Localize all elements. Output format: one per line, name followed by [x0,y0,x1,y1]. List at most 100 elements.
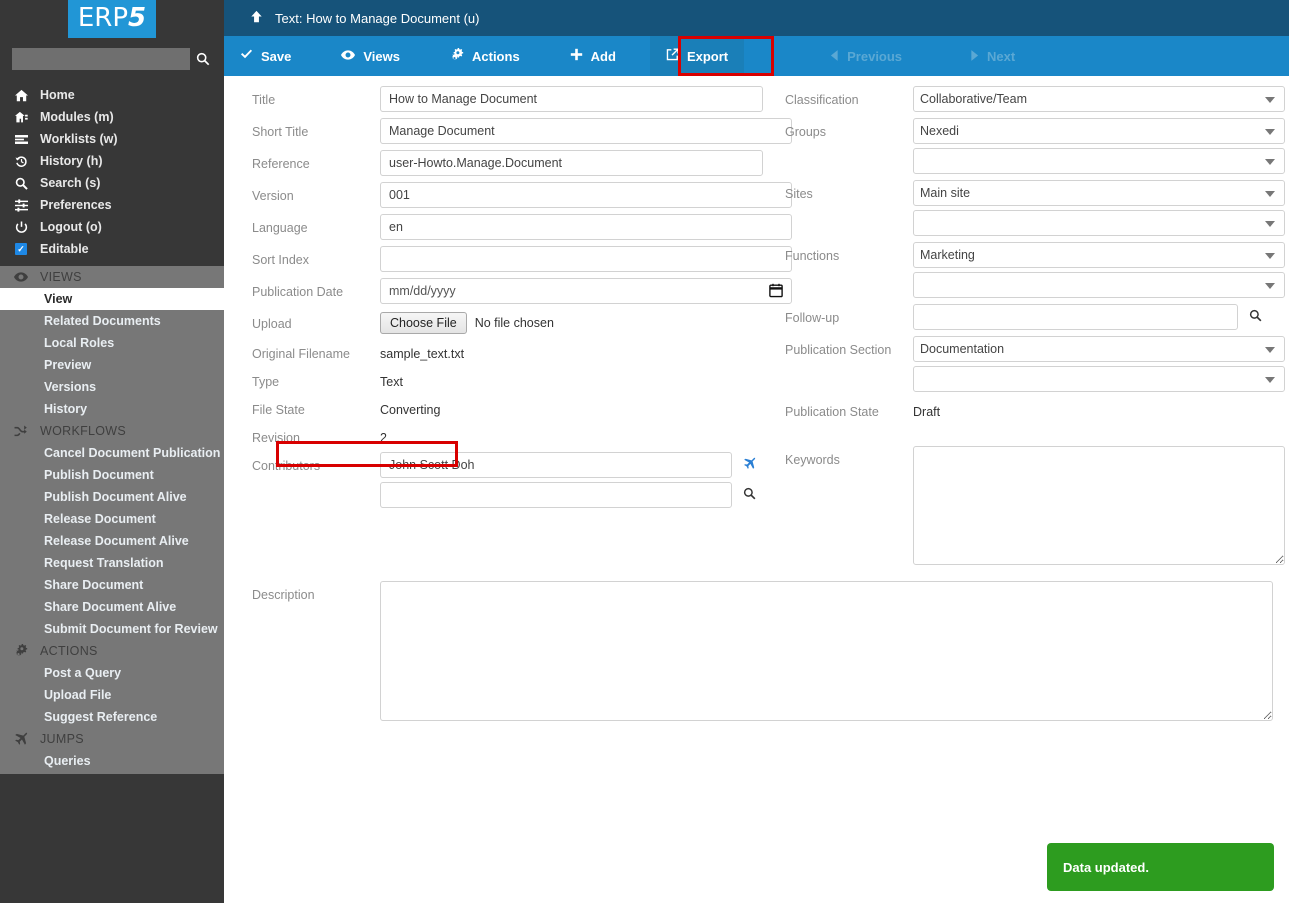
sidebar-item-share-document-alive[interactable]: Share Document Alive [0,596,224,618]
chevron-right-icon [970,49,979,64]
sidebar-item-cancel-document-publication[interactable]: Cancel Document Publication [0,442,224,464]
sidebar-item-label: View [44,292,73,306]
sidebar-item-share-document[interactable]: Share Document [0,574,224,596]
form-content: Title Short Title Reference Version Lang… [224,76,1289,903]
search-icon[interactable] [1246,309,1264,325]
language-input[interactable] [380,214,792,240]
erp5-document-page: ERP5 Home Modules (m) Worklists (w) Hist… [0,0,1289,903]
sidebar-item-upload-file[interactable]: Upload File [0,684,224,706]
sidebar-item-worklists[interactable]: Worklists (w) [0,128,224,150]
field-label: Keywords [785,453,840,467]
sidebar-item-request-translation[interactable]: Request Translation [0,552,224,574]
sites-select-1[interactable]: Main site [913,180,1285,206]
search-icon[interactable] [740,487,758,503]
next-label: Next [987,48,1016,64]
sidebar-item-versions[interactable]: Versions [0,376,224,398]
sidebar-item-label: Queries [44,754,91,768]
actions-button[interactable]: Actions [434,36,536,76]
publication-date-input[interactable]: mm/dd/yyyy [380,278,792,304]
export-icon [666,48,679,64]
field-language: Language [252,214,792,240]
sidebar-item-related-documents[interactable]: Related Documents [0,310,224,332]
previous-label: Previous [847,48,903,64]
sidebar-item-preferences[interactable]: Preferences [0,194,224,216]
sidebar-group-views: VIEWS [0,266,224,288]
sidebar-item-preview[interactable]: Preview [0,354,224,376]
sidebar-item-history[interactable]: History (h) [0,150,224,172]
sidebar-item-view[interactable]: View [0,288,224,310]
plane-icon[interactable] [740,457,758,473]
sidebar-item-history-view[interactable]: History [0,398,224,420]
sidebar-item-home[interactable]: Home [0,84,224,106]
short-title-input[interactable] [380,118,792,144]
follow-up-input[interactable] [913,304,1238,330]
groups-select-2[interactable] [913,148,1285,174]
field-description: Description [252,581,1273,726]
field-original-filename: Original Filename sample_text.txt [252,340,792,362]
sidebar-item-label: Suggest Reference [44,710,158,724]
original-filename-value: sample_text.txt [380,347,465,361]
sidebar-item-post-a-query[interactable]: Post a Query [0,662,224,684]
field-label: Publication Date [252,285,344,299]
sidebar-item-queries[interactable]: Queries [0,750,224,772]
contributors-input-2[interactable] [380,482,732,508]
export-button[interactable]: Export [649,36,745,76]
groups-select-1[interactable]: Nexedi [913,118,1285,144]
sidebar-group-label: JUMPS [40,732,84,746]
sidebar-item-logout[interactable]: Logout (o) [0,216,224,238]
sidebar-item-label: Share Document [44,578,144,592]
keywords-textarea[interactable] [913,446,1285,565]
field-keywords: Keywords [785,446,1285,570]
field-label: Original Filename [252,347,350,361]
functions-select-2[interactable] [913,272,1285,298]
sidebar-item-suggest-reference[interactable]: Suggest Reference [0,706,224,728]
page-title: Text: How to Manage Document (u) [275,10,480,26]
form-column-right: Classification Collaborative/Team Groups… [785,86,1285,576]
sidebar-item-label: Publish Document [44,468,154,482]
description-textarea[interactable] [380,581,1273,721]
add-button[interactable]: Add [554,36,632,76]
sidebar-item-search[interactable]: Search (s) [0,172,224,194]
version-input[interactable] [380,182,792,208]
sidebar-item-local-roles[interactable]: Local Roles [0,332,224,354]
sidebar-item-label: Release Document Alive [44,534,189,548]
toolbar: Save Views Actions Add Export Previous N… [224,36,1289,76]
sidebar-item-submit-document-for-review[interactable]: Submit Document for Review [0,618,224,640]
sidebar-item-release-document-alive[interactable]: Release Document Alive [0,530,224,552]
publication-section-select-1[interactable]: Documentation [913,336,1285,362]
search-icon[interactable] [190,48,216,70]
field-groups: Groups Nexedi [785,118,1285,174]
plus-icon [570,48,583,64]
sidebar-item-modules[interactable]: Modules (m) [0,106,224,128]
functions-select-1[interactable]: Marketing [913,242,1285,268]
erp5-logo[interactable]: ERP5 [67,0,157,38]
sites-select-2[interactable] [913,210,1285,236]
field-label: Type [252,375,280,389]
sidebar-item-label: Related Documents [44,314,161,328]
field-upload: Upload Choose File No file chosen [252,310,792,334]
choose-file-button[interactable]: Choose File [380,312,467,334]
checkbox-checked-icon[interactable]: ✓ [8,243,34,255]
field-reference: Reference [252,150,792,176]
sidebar-item-release-document[interactable]: Release Document [0,508,224,530]
publication-section-select-2[interactable] [913,366,1285,392]
save-button[interactable]: Save [224,36,307,76]
arrow-up-icon[interactable] [250,10,263,26]
sidebar-item-editable[interactable]: ✓ Editable [0,238,224,260]
sidebar-item-publish-document[interactable]: Publish Document [0,464,224,486]
search-input[interactable] [12,48,190,70]
field-publication-date: Publication Date mm/dd/yyyy [252,278,792,304]
check-icon [240,48,253,64]
next-button[interactable]: Next [954,36,1031,76]
title-input[interactable] [380,86,763,112]
sidebar-group-label: ACTIONS [40,644,98,658]
views-button[interactable]: Views [325,36,416,76]
eye-icon [8,270,34,284]
contributors-input-1[interactable] [380,452,732,478]
classification-select[interactable]: Collaborative/Team [913,86,1285,112]
sort-index-input[interactable] [380,246,792,272]
reference-input[interactable] [380,150,763,176]
sidebar-item-publish-document-alive[interactable]: Publish Document Alive [0,486,224,508]
logo-text: ERP [77,3,129,33]
previous-button[interactable]: Previous [814,36,918,76]
